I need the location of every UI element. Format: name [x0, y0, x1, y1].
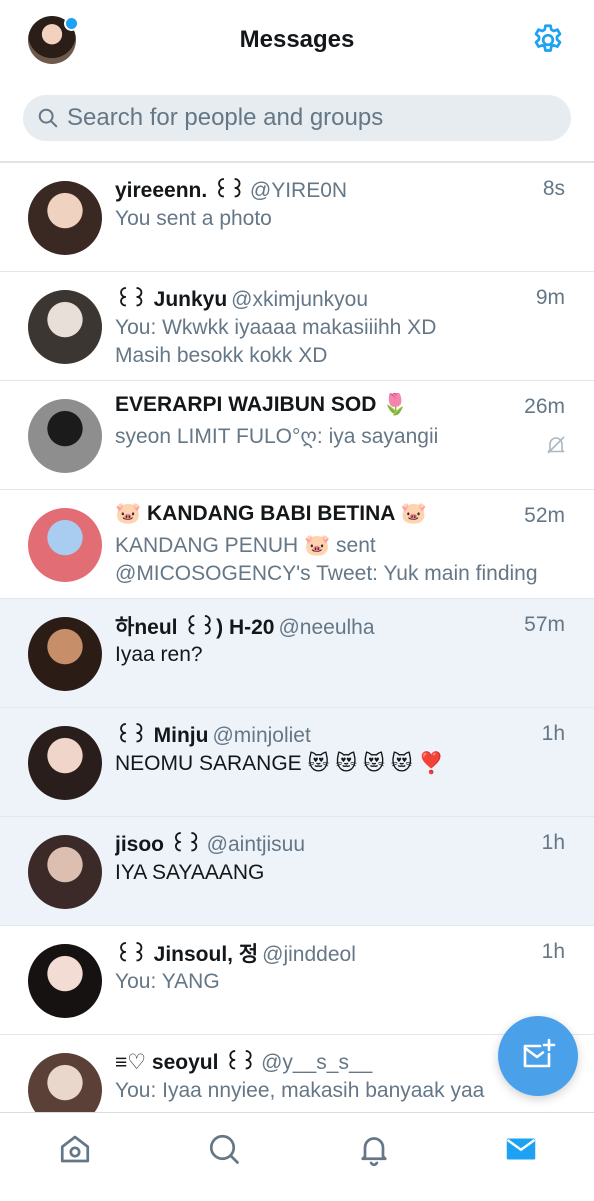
timestamp: 57m — [524, 613, 565, 636]
conversation-name: jisoo ꒰꒱ — [115, 833, 203, 856]
mail-icon[interactable] — [503, 1131, 539, 1167]
conversation-row[interactable]: ꒰꒱ Minju @minjoliet 1h NEOMU SARANGE 😻 😻 😻 … — [0, 708, 594, 817]
preview-line: IYA SAYAAANG — [115, 861, 265, 884]
preview-line: You sent a photo — [115, 207, 272, 230]
conversation-name: ꒰꒱ Junkyu — [115, 288, 228, 311]
conversation-header: ꒰꒱ Junkyu @xkimjunkyou — [115, 284, 515, 314]
conversation-name: 하neul ꒰꒱) H-20 — [115, 616, 275, 639]
preview-line: You: YANG — [115, 970, 220, 993]
conversation-name: ꒰꒱ Minju — [115, 724, 209, 747]
home-icon[interactable] — [57, 1131, 93, 1167]
preview-line: NEOMU SARANGE 😻 😻 😻 😻 ❣️ — [115, 752, 445, 775]
avatar[interactable] — [28, 835, 102, 909]
message-preview: NEOMU SARANGE 😻 😻 😻 😻 ❣️ — [115, 750, 575, 778]
conversation-row[interactable]: ꒰꒱ Junkyu @xkimjunkyou 9m You: Wkwkk iyaaaa… — [0, 272, 594, 381]
header: Messages — [0, 0, 594, 82]
preview-line: @MICOSOGENCY's Tweet: Yuk main finding — [115, 562, 538, 585]
preview-line: You: Wkwkk iyaaaa makasiiihh XD — [115, 316, 437, 339]
message-preview: You sent a photo — [115, 205, 575, 233]
conversation-name: ꒰꒱ Jinsoul, 정 — [115, 943, 259, 966]
conversation-row[interactable]: 🐷 KANDANG BABI BETINA 🐷 52m KANDANG PENUH … — [0, 490, 594, 599]
conversation-row[interactable]: 하neul ꒰꒱) H-20 @neeulha 57m Iyaa ren? — [0, 599, 594, 708]
conversation-header: yireeenn. ꒰꒱ @YIRE0N — [115, 175, 515, 205]
conversation-row[interactable]: jisoo ꒰꒱ @aintjisuu 1h IYA SAYAAANG — [0, 817, 594, 926]
timestamp: 26m — [524, 395, 565, 418]
avatar[interactable] — [28, 617, 102, 691]
bottom-nav — [0, 1112, 594, 1201]
timestamp: 1h — [541, 831, 565, 854]
conversation-handle: @aintjisuu — [206, 833, 306, 856]
message-preview: KANDANG PENUH 🐷 sent @MICOSOGENCY's Tweet… — [115, 532, 575, 588]
new-message-icon — [523, 1038, 556, 1068]
conversation-name: 🐷 KANDANG BABI BETINA 🐷 — [115, 502, 427, 525]
avatar[interactable] — [28, 944, 102, 1018]
conversation-handle: @xkimjunkyou — [231, 288, 369, 311]
conversation-name: yireeenn. ꒰꒱ — [115, 179, 246, 202]
search-icon — [38, 108, 58, 128]
search-bar[interactable]: Search for people and groups — [23, 95, 571, 141]
preview-line: Iyaa ren? — [115, 643, 203, 666]
timestamp: 1h — [541, 940, 565, 963]
message-preview: IYA SAYAAANG — [115, 859, 575, 887]
preview-line: KANDANG PENUH 🐷 sent — [115, 534, 376, 557]
new-message-button[interactable] — [498, 1016, 578, 1096]
conversation-header: 하neul ꒰꒱) H-20 @neeulha — [115, 611, 515, 641]
page-title: Messages — [239, 26, 355, 53]
conversation-header: ≡♡ seoyul ꒰꒱ @y__s_s__ — [115, 1047, 515, 1077]
avatar[interactable] — [28, 399, 102, 473]
timestamp: 1h — [541, 722, 565, 745]
search-icon[interactable] — [206, 1131, 242, 1167]
avatar[interactable] — [28, 726, 102, 800]
conversation-handle: @minjoliet — [212, 724, 311, 747]
bell-icon[interactable] — [356, 1131, 392, 1167]
search-placeholder: Search for people and groups — [67, 104, 384, 131]
conversation-name: EVERARPI WAJIBUN SOD 🌷 — [115, 393, 409, 416]
message-preview: syeon LIMIT FULO°ღ: iya sayangii — [115, 423, 575, 451]
conversation-row[interactable]: yireeenn. ꒰꒱ @YIRE0N 8s You sent a photo — [0, 163, 594, 272]
message-preview: You: Wkwkk iyaaaa makasiiihh XD Masih bes… — [115, 314, 575, 370]
gear-icon[interactable] — [530, 22, 566, 58]
muted-bell-icon — [547, 436, 565, 454]
timestamp: 9m — [535, 286, 565, 309]
timestamp: 52m — [524, 504, 565, 527]
avatar[interactable] — [28, 290, 102, 364]
conversation-name: ≡♡ seoyul ꒰꒱ — [115, 1051, 258, 1074]
preview-line: Masih besokk kokk XD — [115, 344, 328, 367]
conversation-header: 🐷 KANDANG BABI BETINA 🐷 — [115, 502, 515, 532]
conversation-handle: @YIRE0N — [249, 179, 348, 202]
message-preview: You: YANG — [115, 968, 575, 996]
timestamp: 8s — [542, 177, 565, 200]
conversation-header: jisoo ꒰꒱ @aintjisuu — [115, 829, 515, 859]
conversation-list: yireeenn. ꒰꒱ @YIRE0N 8s You sent a photo ꒰꒱ … — [0, 163, 594, 1144]
conversation-handle: @jinddeol — [262, 943, 356, 966]
preview-line: syeon LIMIT FULO°ღ: iya sayangii — [115, 425, 439, 448]
conversation-header: ꒰꒱ Minju @minjoliet — [115, 720, 515, 750]
conversation-header: EVERARPI WAJIBUN SOD 🌷 — [115, 393, 515, 423]
avatar[interactable] — [28, 508, 102, 582]
conversation-row[interactable]: EVERARPI WAJIBUN SOD 🌷 26m syeon LIMIT FUL… — [0, 381, 594, 490]
conversation-header: ꒰꒱ Jinsoul, 정 @jinddeol — [115, 938, 515, 968]
conversation-row[interactable]: ꒰꒱ Jinsoul, 정 @jinddeol 1h You: YANG — [0, 926, 594, 1035]
conversation-handle: @y__s_s__ — [261, 1051, 373, 1074]
conversation-handle: @neeulha — [278, 616, 375, 639]
message-preview: Iyaa ren? — [115, 641, 575, 669]
avatar[interactable] — [28, 181, 102, 255]
